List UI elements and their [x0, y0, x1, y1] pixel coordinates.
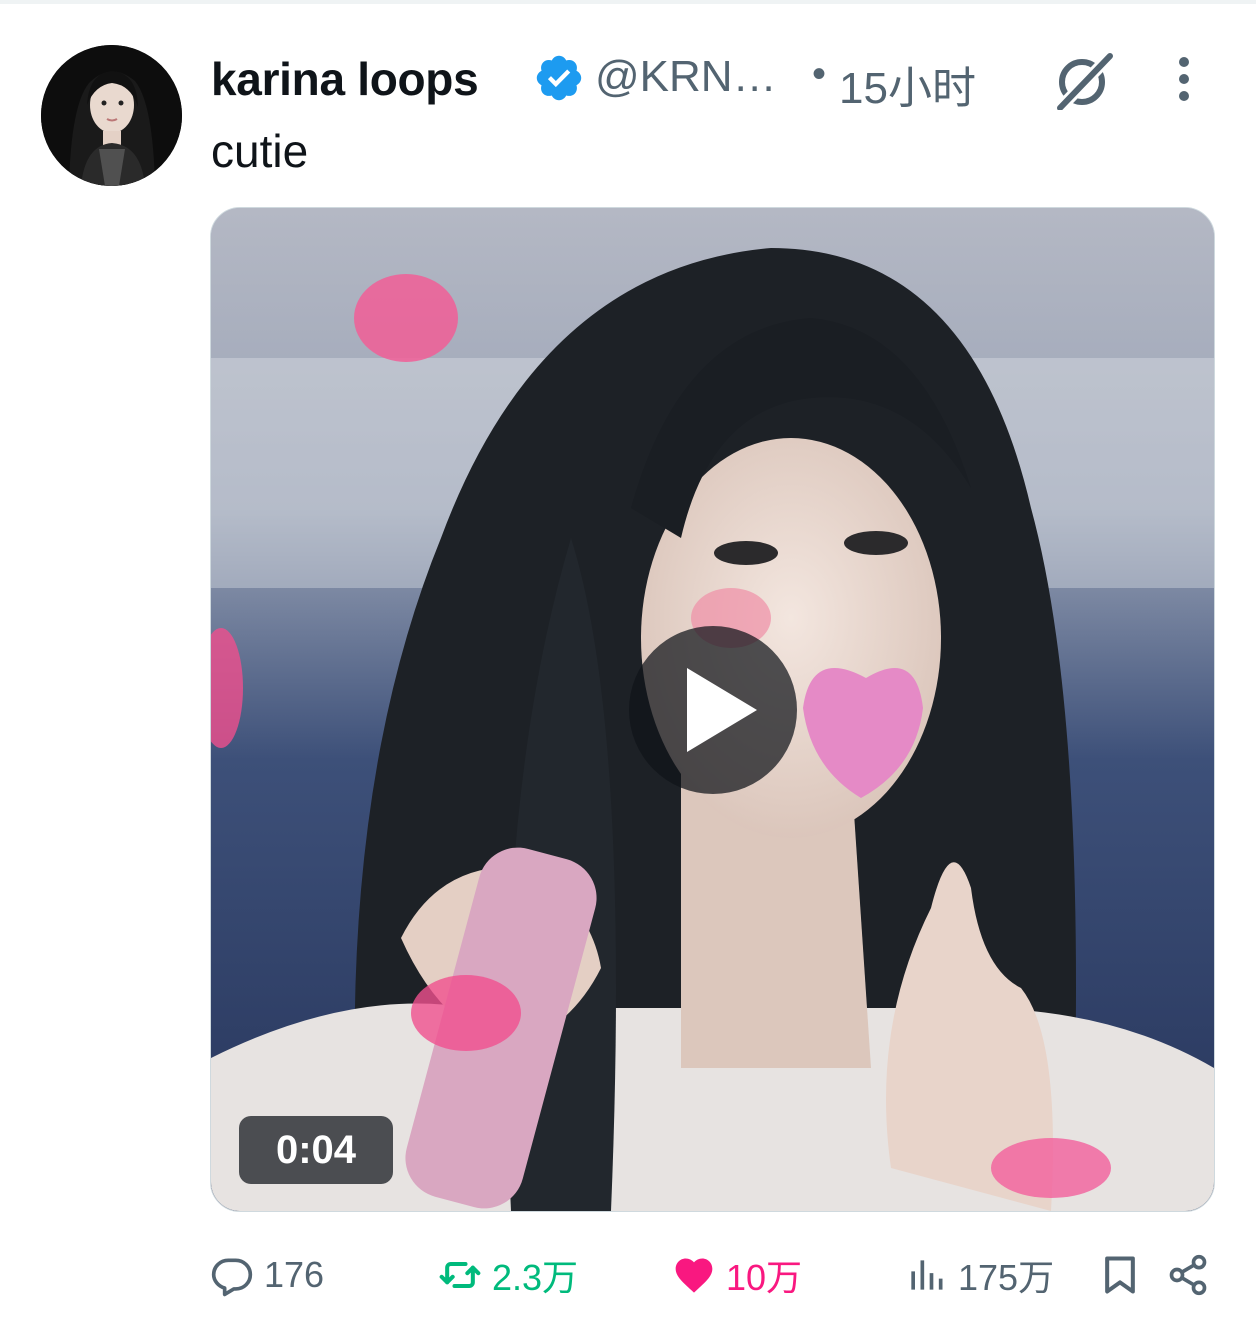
views-icon — [911, 1260, 943, 1290]
retweet-count: 2.3万 — [492, 1257, 579, 1298]
tweet-text: cutie — [211, 125, 309, 177]
author-handle[interactable]: @KRN… — [595, 52, 777, 102]
play-icon — [687, 668, 757, 752]
play-button[interactable] — [629, 626, 797, 794]
bookmark-button[interactable] — [1098, 1240, 1142, 1310]
top-divider — [0, 0, 1256, 4]
heart-icon — [675, 1258, 713, 1293]
more-icon[interactable] — [1169, 52, 1199, 102]
tweet-header: karina loops @KRN… • 15小时 — [211, 50, 1211, 113]
action-bar: 176 2.3万 10万 175万 — [0, 1240, 1256, 1310]
share-button[interactable] — [1166, 1240, 1210, 1310]
reply-button[interactable]: 176 — [210, 1240, 324, 1310]
timestamp[interactable]: 15小时 — [839, 52, 976, 116]
views-count: 175万 — [958, 1257, 1055, 1298]
reply-count: 176 — [264, 1254, 325, 1295]
reply-icon — [211, 1258, 253, 1297]
video-player[interactable]: 0:04 — [210, 207, 1215, 1212]
like-button[interactable]: 10万 — [672, 1240, 802, 1310]
grok-icon[interactable] — [1052, 52, 1116, 110]
verified-badge-icon — [536, 55, 582, 101]
video-duration: 0:04 — [239, 1116, 393, 1184]
separator-dot: • — [812, 52, 827, 96]
share-icon — [1169, 1254, 1207, 1296]
views-button[interactable]: 175万 — [904, 1240, 1054, 1310]
bookmark-icon — [1105, 1256, 1135, 1294]
avatar[interactable] — [41, 45, 182, 186]
retweet-button[interactable]: 2.3万 — [438, 1240, 578, 1310]
author-name[interactable]: karina loops — [211, 52, 479, 106]
like-count: 10万 — [726, 1257, 803, 1298]
retweet-icon — [439, 1261, 481, 1289]
